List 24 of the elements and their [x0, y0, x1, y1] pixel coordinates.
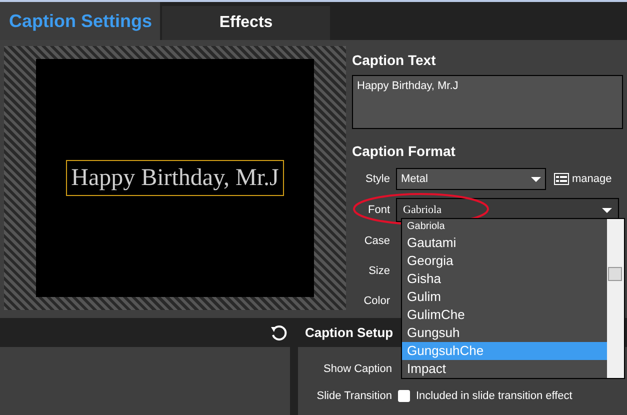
tab[interactable]: Caption Settings — [0, 2, 160, 40]
scroll-thumb[interactable] — [608, 267, 622, 281]
tab[interactable]: Effects — [162, 6, 330, 40]
font-label: Font — [366, 202, 391, 218]
section-title: Caption Setup — [305, 324, 394, 342]
caret-icon — [602, 208, 612, 212]
checkbox[interactable] — [398, 390, 410, 402]
caption-text-box[interactable]: Happy Birthday, Mr.J — [66, 160, 284, 196]
list-icon — [554, 173, 569, 185]
reset-icon[interactable] — [270, 324, 288, 342]
scrollbar[interactable] — [607, 219, 624, 378]
slide-transition-label: Slide Transition — [316, 389, 392, 404]
field-label: Size — [368, 264, 391, 278]
style-dropdown[interactable]: Metal — [396, 168, 546, 190]
field-label: Color — [362, 294, 391, 308]
field-label: Case — [363, 234, 391, 248]
section-heading: Caption Format — [352, 142, 456, 161]
checkbox-label: Included in slide transition effect — [416, 389, 572, 404]
style-label: Style — [364, 172, 391, 187]
caption-text-field[interactable]: Happy Birthday, Mr.J — [352, 75, 623, 129]
show-caption-label: Show Caption — [322, 362, 392, 376]
caret-icon — [531, 176, 541, 182]
section-heading: Caption Text — [352, 51, 437, 70]
manage-button[interactable]: manage — [554, 170, 612, 188]
